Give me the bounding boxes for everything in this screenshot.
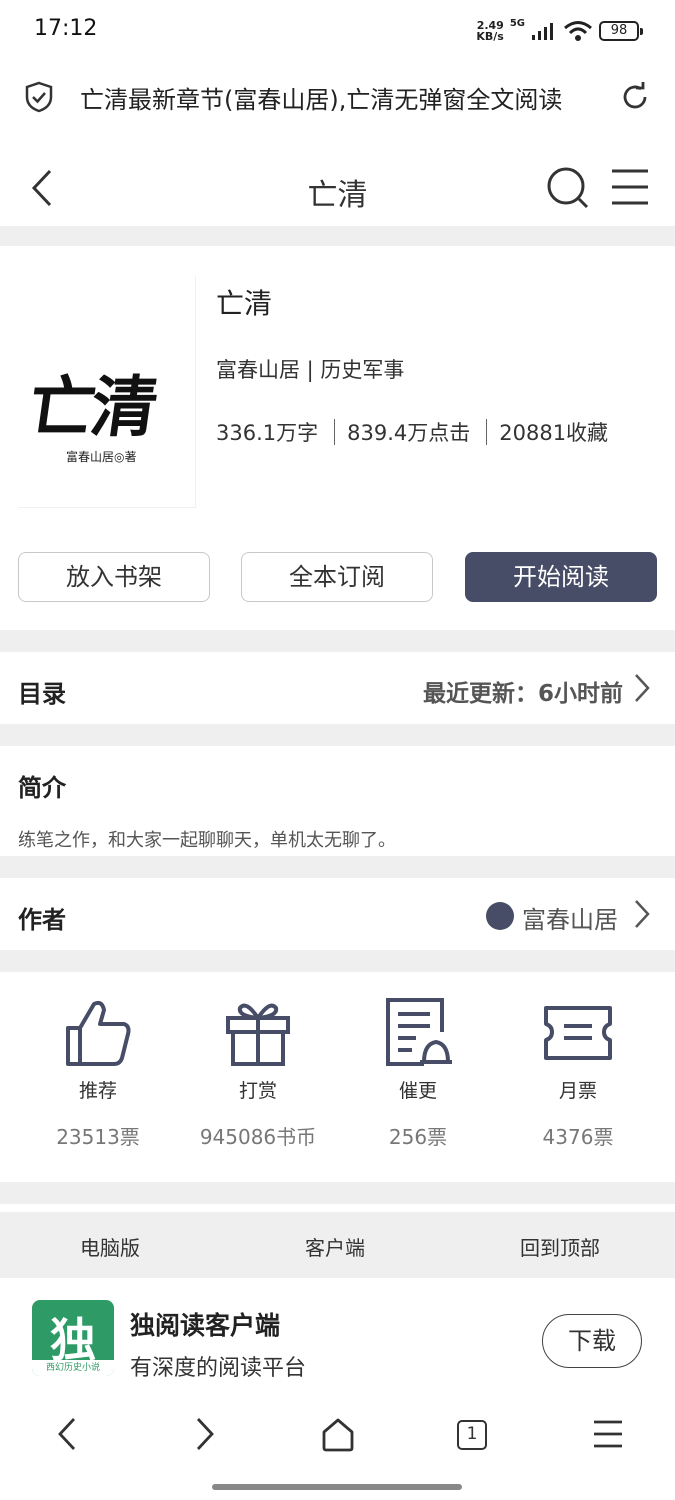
avatar bbox=[486, 902, 514, 930]
author-row[interactable]: 作者 富春山居 bbox=[0, 878, 675, 950]
shield-icon[interactable] bbox=[24, 80, 54, 114]
start-reading-button[interactable]: 开始阅读 bbox=[465, 552, 657, 602]
net-speed: 2.49 KB/s bbox=[476, 19, 504, 43]
divider bbox=[0, 856, 675, 878]
home-icon[interactable] bbox=[318, 1414, 358, 1454]
divider bbox=[0, 724, 675, 746]
urge-update-item[interactable]: 催更 256票 bbox=[338, 996, 498, 1150]
tabs-button[interactable]: 1 bbox=[457, 1420, 487, 1450]
book-stats: 336.1万字 839.4万点击 20881收藏 bbox=[216, 418, 608, 446]
subscribe-all-button[interactable]: 全本订阅 bbox=[241, 552, 433, 602]
url-bar[interactable]: 亡清最新章节(富春山居),亡清无弹窗全文阅读 bbox=[0, 62, 675, 132]
cover-title: 亡清 bbox=[23, 368, 159, 446]
search-icon[interactable] bbox=[544, 164, 590, 210]
stat-label: 推荐 bbox=[78, 1080, 117, 1102]
reload-icon[interactable] bbox=[618, 80, 652, 114]
monthly-ticket-item[interactable]: 月票 4376票 bbox=[498, 996, 658, 1150]
author-name: 富春山居 bbox=[522, 906, 618, 934]
favorite-count: 20881收藏 bbox=[499, 421, 609, 445]
book-title: 亡清 bbox=[216, 287, 273, 320]
menu-icon[interactable] bbox=[610, 168, 650, 206]
toc-row[interactable]: 目录 最近更新：6小时前 bbox=[0, 652, 675, 724]
stat-count: 945086书币 bbox=[199, 1125, 317, 1149]
status-time: 17:12 bbox=[34, 16, 98, 41]
stat-label: 打赏 bbox=[238, 1080, 277, 1102]
divider bbox=[486, 419, 488, 445]
battery-indicator: 98 bbox=[599, 21, 643, 41]
reward-item[interactable]: 打赏 945086书币 bbox=[178, 996, 338, 1150]
status-indicators: 2.49 KB/s 5G 98 bbox=[476, 18, 643, 44]
author-label: 作者 bbox=[18, 906, 66, 934]
gift-icon bbox=[226, 1003, 290, 1066]
stat-count: 4376票 bbox=[542, 1125, 614, 1149]
book-meta: 富春山居 | 历史军事 bbox=[216, 358, 405, 382]
app-logo[interactable]: 独 西幻历史小说 bbox=[32, 1300, 114, 1376]
cover-author: 富春山居◎著 bbox=[66, 450, 137, 464]
tab-count: 1 bbox=[466, 1424, 478, 1444]
stat-label: 催更 bbox=[398, 1080, 437, 1102]
back-to-top-link[interactable]: 回到顶部 bbox=[520, 1232, 600, 1261]
page-url-title[interactable]: 亡清最新章节(富春山居),亡清无弹窗全文阅读 bbox=[80, 80, 600, 115]
menu-icon[interactable] bbox=[588, 1414, 628, 1454]
network-type: 5G bbox=[509, 18, 525, 29]
status-bar: 17:12 2.49 KB/s 5G 98 bbox=[0, 0, 675, 62]
toc-label: 目录 bbox=[18, 680, 66, 708]
book-cover[interactable]: 亡清 富春山居◎著 bbox=[18, 276, 196, 508]
divider bbox=[334, 419, 336, 445]
home-indicator[interactable] bbox=[212, 1484, 462, 1490]
desktop-version-link[interactable]: 电脑版 bbox=[80, 1232, 140, 1261]
download-button[interactable]: 下载 bbox=[542, 1314, 642, 1368]
forward-icon[interactable] bbox=[184, 1414, 224, 1454]
wifi-icon bbox=[564, 21, 592, 41]
client-link[interactable]: 客户端 bbox=[305, 1232, 365, 1261]
ticket-icon bbox=[544, 1006, 612, 1060]
thumbs-up-icon bbox=[66, 1000, 131, 1066]
divider bbox=[0, 226, 675, 246]
stat-label: 月票 bbox=[558, 1080, 597, 1102]
signal-icon bbox=[532, 23, 553, 40]
word-count: 336.1万字 bbox=[216, 421, 319, 445]
back-icon[interactable] bbox=[48, 1414, 88, 1454]
chevron-right-icon bbox=[635, 674, 650, 702]
intro-label: 简介 bbox=[18, 774, 66, 802]
divider bbox=[0, 1182, 675, 1204]
click-count: 839.4万点击 bbox=[347, 421, 471, 445]
divider bbox=[0, 950, 675, 972]
update-reminder-icon bbox=[386, 998, 452, 1066]
stat-count: 23513票 bbox=[56, 1125, 140, 1149]
intro-text: 练笔之作，和大家一起聊聊天，单机太无聊了。 bbox=[18, 830, 396, 851]
add-to-shelf-button[interactable]: 放入书架 bbox=[18, 552, 210, 602]
latest-update: 最近更新：6小时前 bbox=[422, 681, 623, 707]
stat-count: 256票 bbox=[388, 1125, 448, 1149]
recommend-item[interactable]: 推荐 23513票 bbox=[18, 996, 178, 1150]
app-tagline: 有深度的阅读平台 bbox=[130, 1356, 307, 1381]
footer-links: 电脑版 客户端 回到顶部 bbox=[0, 1212, 675, 1278]
chevron-right-icon bbox=[635, 900, 650, 928]
divider bbox=[0, 630, 675, 652]
app-name: 独阅读客户端 bbox=[130, 1311, 281, 1340]
